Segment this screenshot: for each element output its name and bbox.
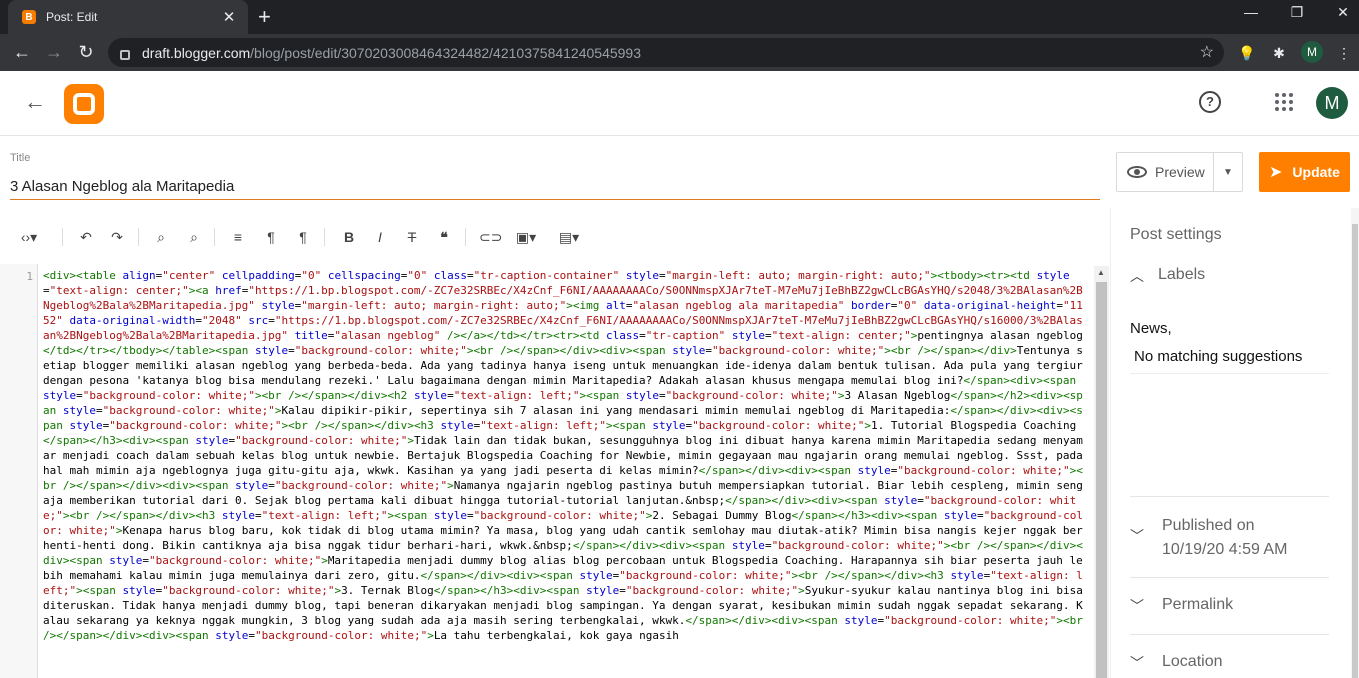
preview-button-group: Preview ▼	[1116, 152, 1243, 192]
chevron-down-icon: ﹀	[1130, 528, 1144, 544]
back-icon[interactable]: ←	[10, 40, 34, 64]
browser-toolbar: ← → ↻ draft.blogger.com/blog/post/edit/3…	[0, 34, 1359, 71]
line-gutter: 1	[0, 264, 38, 678]
sidebar-scrollbar-thumb[interactable]	[1352, 224, 1358, 678]
forward-icon[interactable]: →	[42, 40, 66, 64]
blogger-header: ← ? M	[0, 71, 1359, 136]
strikethrough-icon[interactable]: T	[402, 227, 422, 247]
window-close-icon[interactable]: ✕	[1320, 4, 1359, 21]
lock-icon	[120, 49, 130, 60]
html-view-icon[interactable]: ‹›▾	[12, 227, 46, 247]
minimize-icon[interactable]: —	[1228, 4, 1274, 20]
extension-icon[interactable]: 💡	[1237, 43, 1257, 63]
scroll-up-icon[interactable]: ▲	[1097, 268, 1105, 277]
address-bar[interactable]: draft.blogger.com/blog/post/edit/3070203…	[108, 38, 1224, 67]
post-title-input[interactable]	[10, 174, 1100, 200]
reload-icon[interactable]: ↻	[74, 40, 98, 64]
published-section-header[interactable]: ﹀ Published on 10/19/20 4:59 AM	[1130, 514, 1287, 562]
editor-toolbar: ‹›▾ ↶ ↷ ⌕ ⌕ ≡ ¶ ¶ B I T ❝ ⊂⊃ ▣▾ ▤▾	[0, 222, 1100, 252]
published-date: 10/19/20 4:59 AM	[1162, 541, 1288, 558]
bookmark-star-icon[interactable]: ☆	[1200, 42, 1214, 62]
divider	[1130, 634, 1329, 635]
browser-menu-icon[interactable]: ⋮	[1334, 43, 1354, 63]
italic-icon[interactable]: I	[370, 227, 390, 247]
permalink-section-header[interactable]: ﹀ Permalink	[1130, 596, 1233, 616]
code-content[interactable]: <div><table align="center" cellpadding="…	[43, 268, 1088, 678]
send-icon: ➤	[1269, 164, 1283, 181]
url-path: /blog/post/edit/3070203008464324482/4210…	[250, 44, 641, 61]
bold-icon[interactable]: B	[339, 227, 359, 247]
location-label: Location	[1162, 653, 1223, 670]
eye-icon	[1127, 166, 1147, 178]
search-replace-icon[interactable]: ⌕	[184, 227, 204, 247]
chevron-down-icon: ﹀	[1130, 598, 1144, 614]
labels-section-header[interactable]: ︿ Labels	[1130, 266, 1205, 286]
new-tab-button[interactable]: +	[258, 4, 271, 30]
unwrap-icon[interactable]: ¶	[293, 227, 313, 247]
back-arrow-icon[interactable]: ←	[24, 89, 46, 115]
editor-scrollbar-thumb[interactable]	[1096, 282, 1107, 678]
post-settings-title: Post settings	[1130, 226, 1222, 243]
preview-label: Preview	[1155, 164, 1205, 180]
permalink-label: Permalink	[1162, 596, 1234, 613]
tab-close-icon[interactable]: ✕	[220, 8, 238, 26]
chevron-up-icon: ︿	[1130, 268, 1144, 284]
blogger-logo-icon[interactable]	[64, 84, 104, 124]
url-host: draft.blogger.com	[142, 44, 251, 61]
title-label: Title	[10, 152, 31, 164]
redo-icon[interactable]: ↷	[107, 227, 127, 247]
chevron-down-icon: ﹀	[1130, 655, 1144, 671]
format-icon[interactable]: ≡	[228, 227, 248, 247]
divider	[1130, 496, 1329, 497]
tab-title: Post: Edit	[46, 10, 98, 24]
browser-tabstrip: B Post: Edit ✕ + — ❐ ✕	[0, 0, 1359, 34]
update-button[interactable]: ➤ Update	[1259, 152, 1350, 192]
labels-heading: Labels	[1158, 266, 1206, 283]
undo-icon[interactable]: ↶	[76, 227, 96, 247]
apps-grid-icon[interactable]	[1275, 93, 1293, 111]
search-icon[interactable]: ⌕	[151, 227, 171, 247]
video-icon[interactable]: ▤▾	[554, 227, 584, 247]
html-code-editor[interactable]: 1 <div><table align="center" cellpadding…	[0, 264, 1110, 678]
preview-dropdown-icon[interactable]: ▼	[1214, 167, 1242, 178]
quote-icon[interactable]: ❝	[434, 227, 454, 247]
labels-input[interactable]: News,	[1130, 320, 1172, 337]
wrap-icon[interactable]: ¶	[261, 227, 281, 247]
image-icon[interactable]: ▣▾	[511, 227, 541, 247]
help-icon[interactable]: ?	[1199, 91, 1221, 113]
account-avatar[interactable]: M	[1316, 87, 1348, 119]
link-icon[interactable]: ⊂⊃	[479, 227, 502, 247]
browser-tab[interactable]: B Post: Edit ✕	[8, 0, 248, 34]
restore-icon[interactable]: ❐	[1274, 4, 1320, 21]
divider	[1130, 577, 1329, 578]
puzzle-extensions-icon[interactable]: ✱	[1269, 43, 1289, 63]
line-number: 1	[26, 270, 33, 283]
preview-button[interactable]: Preview	[1117, 153, 1214, 191]
blogger-favicon-icon: B	[22, 10, 36, 24]
browser-profile-avatar[interactable]: M	[1301, 41, 1323, 63]
labels-suggestions: No matching suggestions	[1130, 342, 1329, 374]
update-label: Update	[1292, 164, 1340, 180]
published-label: Published on	[1162, 517, 1255, 534]
location-section-header[interactable]: ﹀ Location	[1130, 653, 1223, 673]
